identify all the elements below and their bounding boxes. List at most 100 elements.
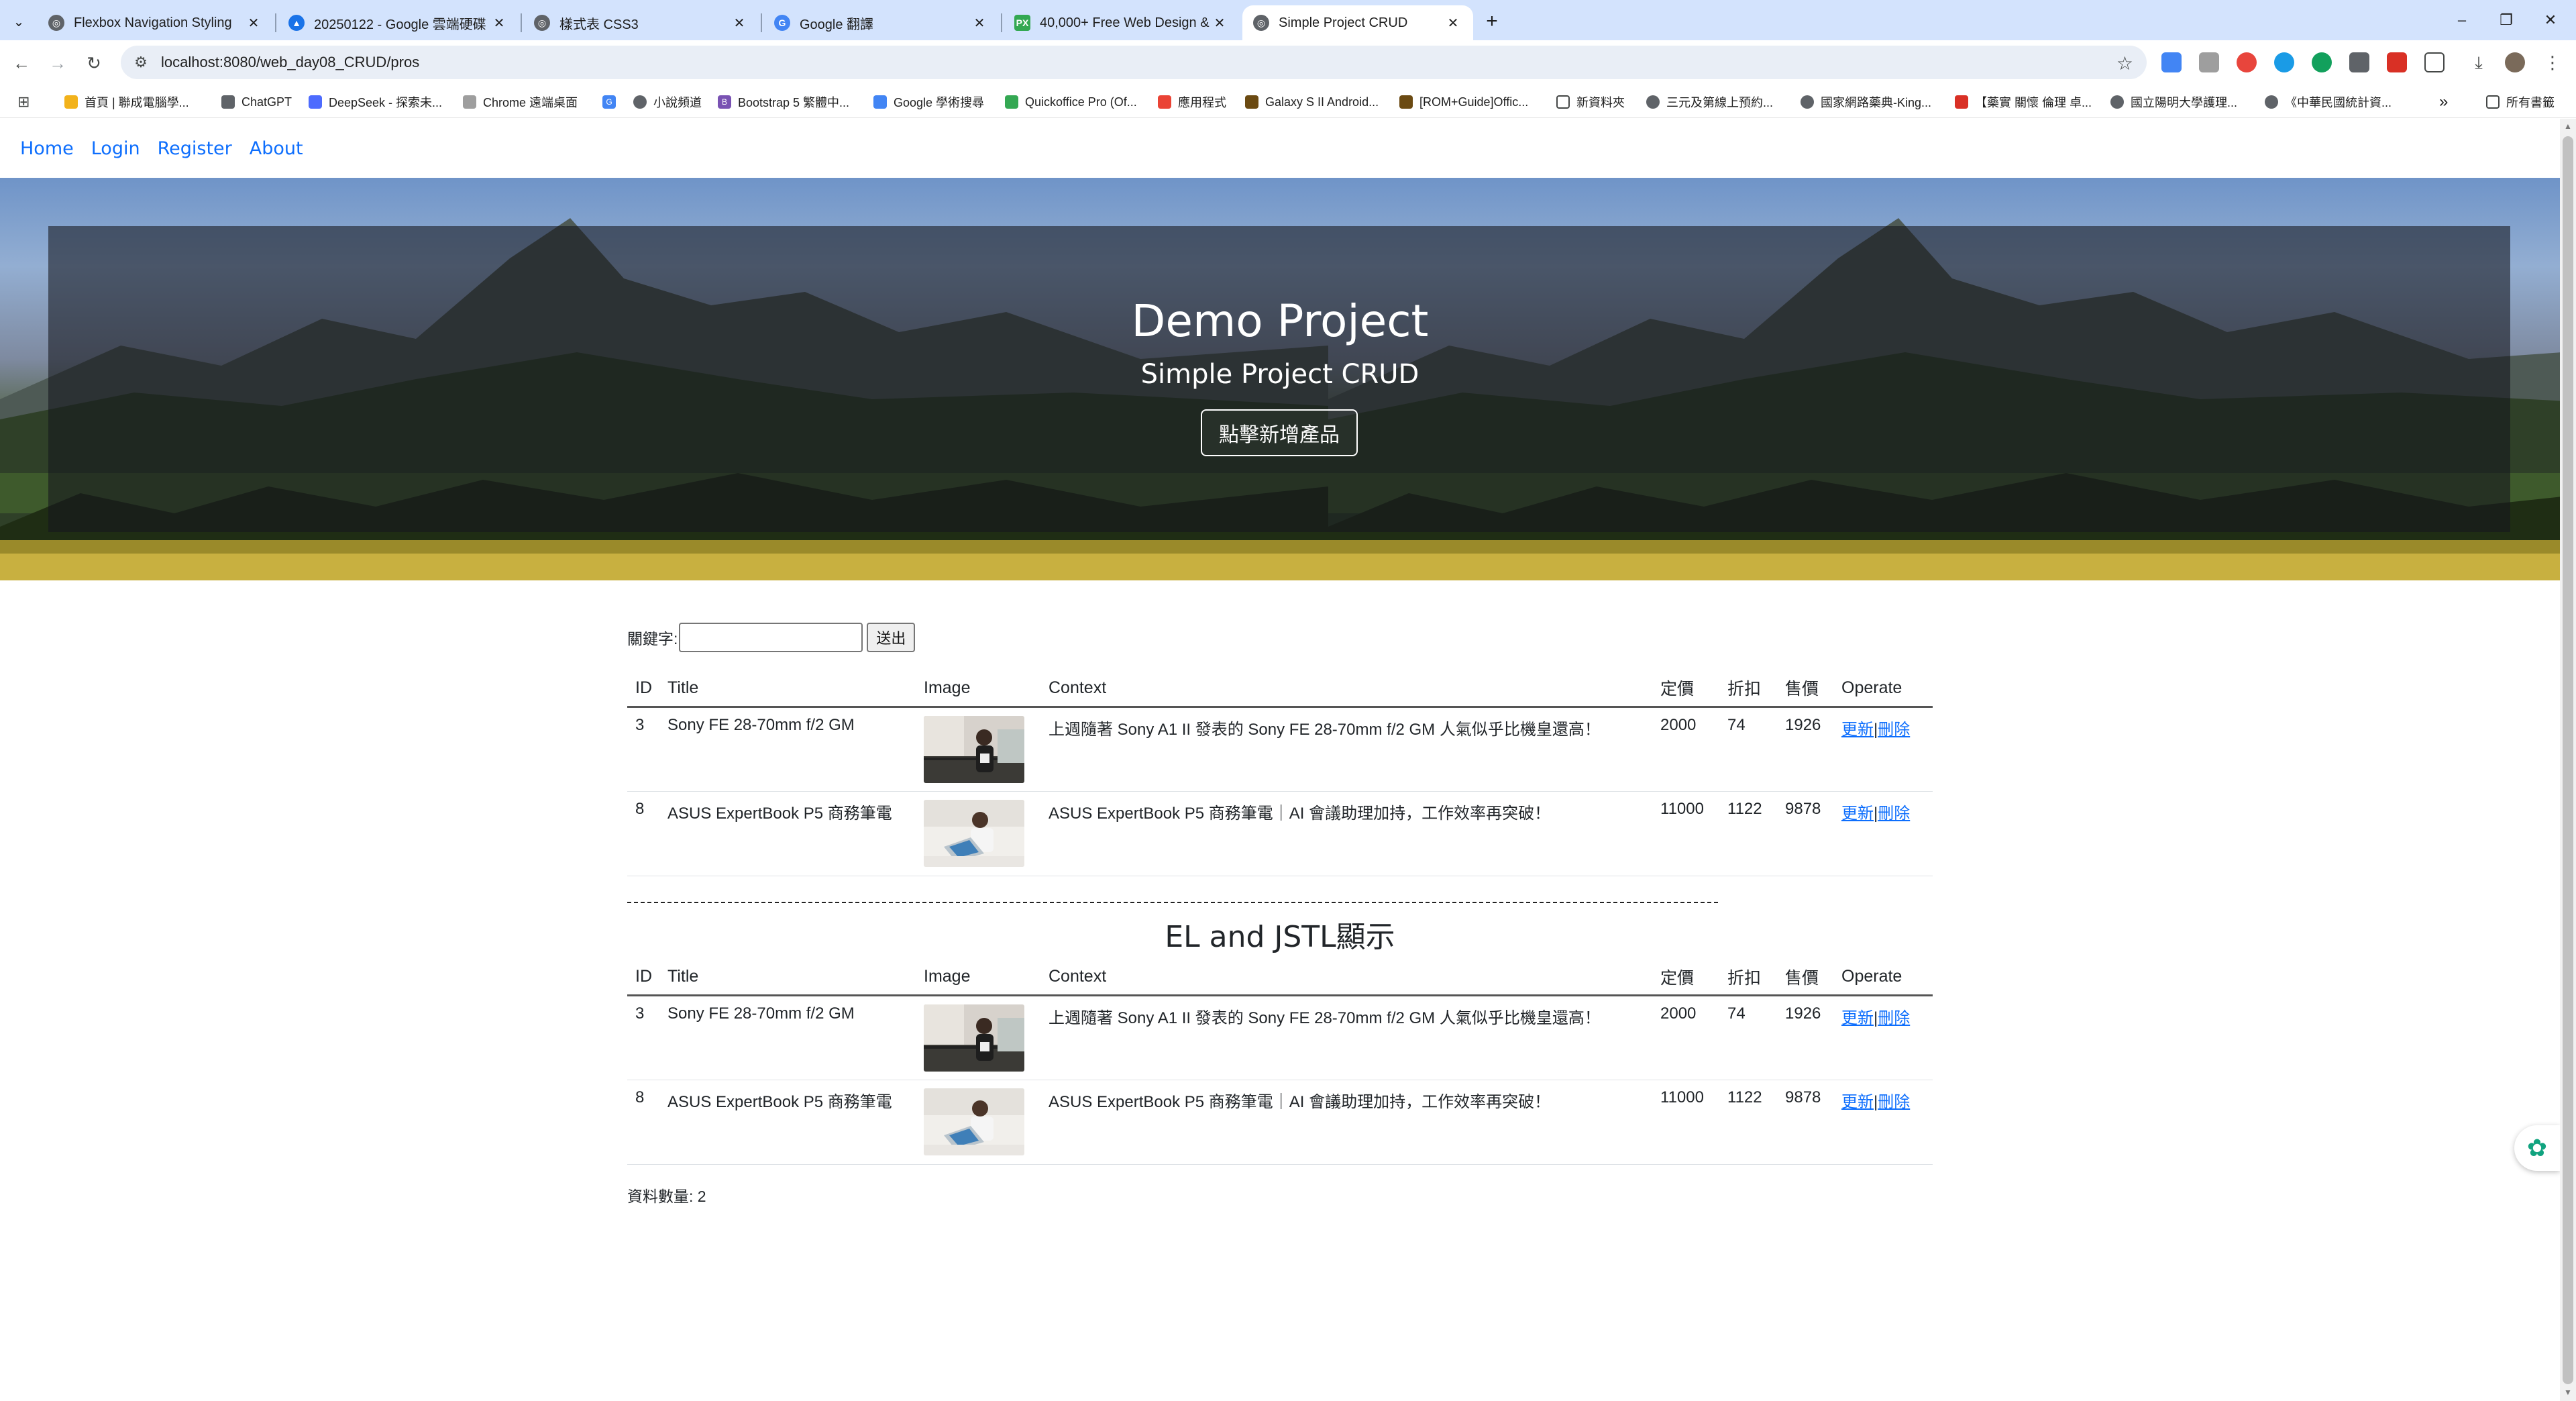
cell-sale-price: 9878 [1777,791,1833,876]
hero-subtitle: Simple Project CRUD [1140,359,1419,390]
deepseek-icon [309,95,322,109]
restore-icon[interactable]: ❐ [2486,5,2526,35]
scroll-up-arrow-icon[interactable]: ▲ [2563,121,2573,132]
bookmark-item[interactable]: G [602,93,623,111]
search-form: 關鍵字: 送出 [627,622,1933,653]
product-thumbnail-image [924,715,1024,783]
extension-icon[interactable] [2312,52,2332,72]
bookmark-item[interactable]: Chrome 遠端桌面 [463,93,578,111]
tab-simple-project-crud[interactable]: ◎ Simple Project CRUD ✕ [1242,5,1473,40]
delete-link[interactable]: 刪除 [1878,1093,1910,1111]
el-jstl-heading: EL and JSTL顯示 [1165,919,1395,954]
nav-register-link[interactable]: Register [158,138,232,159]
tab-google-translate[interactable]: G Google 翻譯 ✕ [763,5,1000,40]
update-link[interactable]: 更新 [1841,1093,1874,1111]
bookmark-item[interactable]: B Bootstrap 5 繁體中... [718,93,849,111]
keyword-search-input[interactable] [679,623,863,652]
close-icon[interactable]: ✕ [1444,13,1462,32]
product-thumbnail-image [924,799,1024,867]
url-text[interactable]: localhost:8080/web_day08_CRUD/pros [161,54,419,71]
bookmark-item[interactable]: 國立陽明大學護理... [2110,93,2237,111]
menu-dots-icon[interactable]: ⋮ [2542,52,2563,72]
cell-operate: 更新|刪除 [1833,791,1933,876]
extension-icon[interactable] [2237,52,2257,72]
vertical-scrollbar[interactable]: ▲ ▼ [2560,119,2576,1401]
bookmark-item[interactable]: 首頁 | 聯成電腦學... [64,93,189,111]
cell-context: 上週隨著 Sony A1 II 發表的 Sony FE 28-70mm f/2 … [1040,995,1652,1080]
scrollbar-thumb[interactable] [2563,136,2573,1384]
bookmark-star-icon[interactable]: ☆ [2116,52,2133,74]
cell-discount: 1122 [1719,791,1777,876]
nav-home-link[interactable]: Home [20,138,74,159]
delete-link[interactable]: 刪除 [1878,805,1910,823]
globe-icon: ◎ [534,15,550,31]
bookmark-item[interactable]: 【藥實 關懷 倫理 卓... [1955,93,2092,111]
reload-icon[interactable]: ↻ [80,50,107,76]
extension-icon[interactable] [2387,52,2407,72]
bookmark-item[interactable]: 三元及第線上預約... [1646,93,1773,111]
download-icon[interactable]: ⤓ [2469,52,2489,72]
cell-sale-price: 9878 [1777,1080,1833,1165]
forward-arrow-icon[interactable]: → [44,50,71,76]
scroll-down-arrow-icon[interactable]: ▼ [2563,1388,2573,1398]
bookmark-item[interactable]: Google 學術搜尋 [873,93,984,111]
cast-extension-icon[interactable] [2199,52,2219,72]
profile-avatar[interactable] [2505,52,2525,72]
cell-context: ASUS ExpertBook P5 商務筆電｜AI 會議助理加持，工作效率再突… [1040,791,1652,876]
apps-grid-icon[interactable]: ⊞ [17,93,30,111]
extension-icon[interactable] [2274,52,2294,72]
cell-operate: 更新|刪除 [1833,995,1933,1080]
update-link[interactable]: 更新 [1841,1009,1874,1027]
close-icon[interactable]: ✕ [1210,13,1229,32]
update-link[interactable]: 更新 [1841,805,1874,823]
tab-css3[interactable]: ◎ 樣式表 CSS3 ✕ [523,5,759,40]
tab-google-drive[interactable]: ▲ 20250122 - Google 雲端硬碟 ✕ [278,5,519,40]
update-link[interactable]: 更新 [1841,721,1874,739]
add-product-button[interactable]: 點擊新增產品 [1201,409,1358,456]
bookmark-item[interactable]: 應用程式 [1158,93,1226,111]
bookmark-item[interactable]: Quickoffice Pro (Of... [1005,93,1137,111]
new-tab-button[interactable]: + [1479,9,1505,34]
product-thumbnail-image [924,1088,1024,1155]
close-icon[interactable]: ✕ [970,13,989,32]
puzzle-extensions-icon[interactable] [2424,52,2445,72]
bookmark-item[interactable]: 小說頻道 [633,93,702,111]
globe-icon [633,95,647,109]
cell-sale-price: 1926 [1777,995,1833,1080]
bookmark-item[interactable]: Galaxy S II Android... [1245,93,1379,111]
close-icon[interactable]: ✕ [490,13,508,32]
search-submit-button[interactable]: 送出 [867,623,916,652]
bookmark-item[interactable]: 《中華民國統計資... [2265,93,2392,111]
tab-search-icon[interactable]: ⌄ [7,9,31,34]
close-icon[interactable]: ✕ [730,13,749,32]
ai-assistant-icon[interactable]: ✿ [2514,1125,2560,1171]
minimize-icon[interactable]: – [2442,5,2482,35]
translate-extension-icon[interactable] [2161,52,2182,72]
bookmark-item[interactable]: [ROM+Guide]Offic... [1399,93,1528,111]
column-header-price: 定價 [1652,959,1719,996]
delete-link[interactable]: 刪除 [1878,721,1910,739]
bookmark-item[interactable]: ChatGPT [221,93,292,111]
nav-about-link[interactable]: About [250,138,303,159]
cell-context: ASUS ExpertBook P5 商務筆電｜AI 會議助理加持，工作效率再突… [1040,1080,1652,1165]
back-arrow-icon[interactable]: ← [8,50,35,76]
more-bookmarks-chevron-icon[interactable]: » [2439,93,2448,111]
column-header-context: Context [1040,959,1652,996]
bookmark-item[interactable]: 國家網路藥典-King... [1801,93,1931,111]
extension-icon[interactable] [2349,52,2369,72]
bookmark-item[interactable]: 新資料夾 [1556,93,1625,111]
bookmark-item[interactable]: DeepSeek - 探索未... [309,93,442,111]
tab-flexbox[interactable]: ◎ Flexbox Navigation Styling ✕ [38,5,274,40]
column-header-sale-price: 售價 [1777,959,1833,996]
tab-web-design-tools[interactable]: PX 40,000+ Free Web Design & Development… [1004,5,1240,40]
window-close-icon[interactable]: ✕ [2530,5,2571,35]
translate-icon: G [774,15,790,31]
site-info-icon[interactable]: ⚙ [121,54,161,71]
all-bookmarks[interactable]: 所有書籤 [2486,93,2555,111]
nav-login-link[interactable]: Login [91,138,140,159]
delete-link[interactable]: 刪除 [1878,1009,1910,1027]
close-icon[interactable]: ✕ [244,13,263,32]
address-bar[interactable]: ⚙ localhost:8080/web_day08_CRUD/pros ☆ [121,46,2147,79]
products-table-el-jstl: ID Title Image Context 定價 折扣 售價 Operate … [627,959,1933,1165]
cell-price: 11000 [1652,1080,1719,1165]
